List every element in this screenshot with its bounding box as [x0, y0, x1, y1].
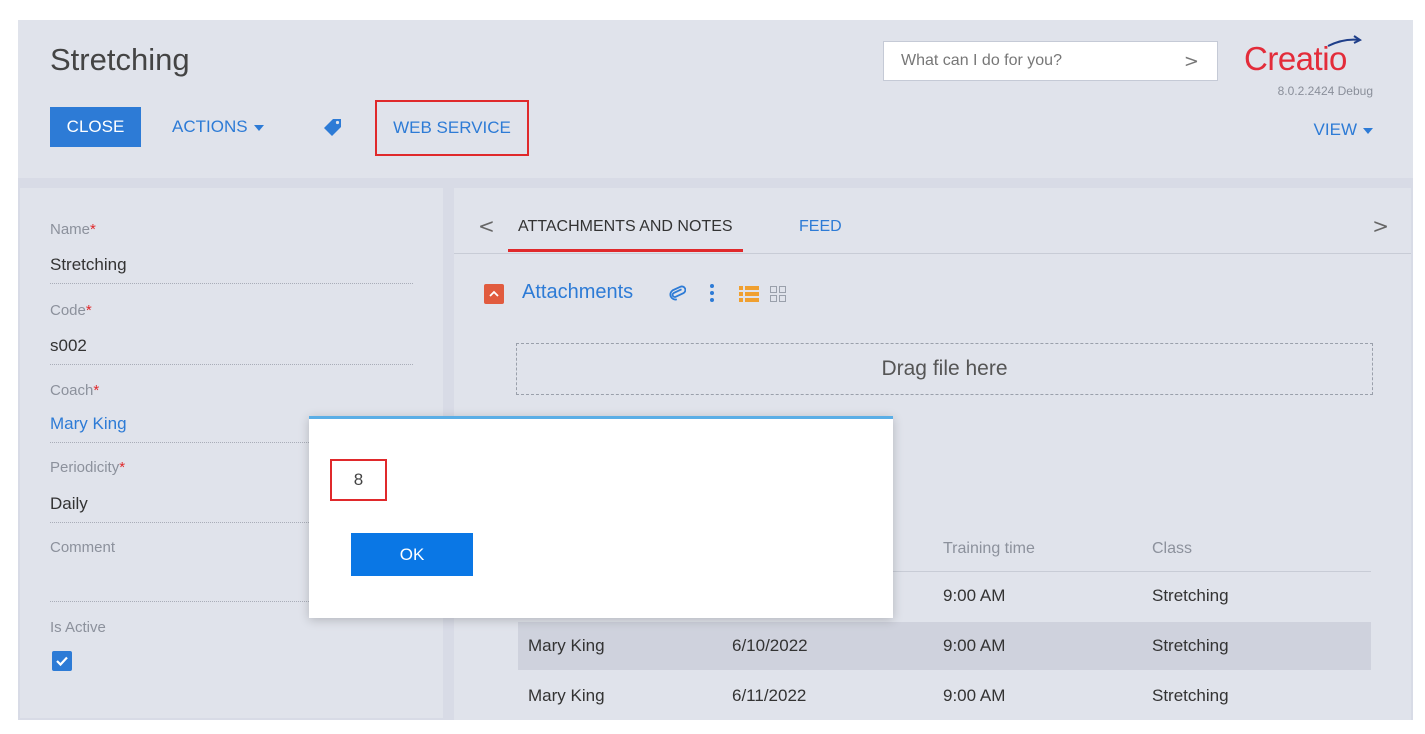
- collapse-attachments-button[interactable]: [484, 284, 504, 304]
- tile-view-icon[interactable]: [770, 286, 786, 307]
- tab-feed[interactable]: FEED: [799, 218, 842, 236]
- tag-icon[interactable]: [323, 117, 343, 137]
- comment-label: Comment: [50, 539, 116, 556]
- web-service-label: WEB SERVICE: [393, 118, 511, 137]
- version-label: 8.0.2.2424 Debug: [1277, 84, 1373, 98]
- code-field[interactable]: s002: [50, 336, 87, 356]
- table-row[interactable]: Mary King 6/10/2022 9:00 AM Stretching: [518, 622, 1371, 670]
- paperclip-icon[interactable]: [668, 284, 687, 307]
- checkmark-icon: [56, 656, 68, 667]
- file-dropzone[interactable]: Drag file here: [516, 343, 1373, 395]
- field-divider: [50, 283, 413, 284]
- close-button[interactable]: CLOSE: [50, 107, 141, 147]
- page-header: Stretching CLOSE ACTIONS WEB SERVICE > C…: [18, 20, 1413, 178]
- ok-button[interactable]: OK: [351, 533, 473, 576]
- chevron-left-icon[interactable]: <: [478, 214, 495, 238]
- column-header-training-time[interactable]: Training time: [943, 540, 1035, 558]
- command-search-input[interactable]: [901, 52, 1161, 70]
- field-divider: [50, 364, 413, 365]
- list-view-icon[interactable]: [739, 286, 759, 307]
- web-service-button[interactable]: WEB SERVICE: [375, 100, 529, 156]
- periodicity-field[interactable]: Daily: [50, 494, 88, 514]
- actions-label: ACTIONS: [172, 117, 248, 136]
- page-title: Stretching: [50, 42, 190, 77]
- message-dialog: 8 OK: [309, 416, 893, 618]
- chevron-up-icon: [489, 290, 499, 297]
- view-button[interactable]: VIEW: [1314, 120, 1373, 140]
- cell-date: 6/11/2022: [732, 686, 807, 705]
- cell-date: 6/10/2022: [732, 636, 808, 655]
- is-active-checkbox[interactable]: [52, 651, 72, 671]
- cell-class: Stretching: [1152, 636, 1229, 655]
- dialog-message: 8: [330, 459, 387, 501]
- cell-class: Stretching: [1152, 686, 1229, 705]
- logo-swoosh-icon: [1327, 35, 1362, 47]
- chevron-right-icon[interactable]: >: [1184, 51, 1199, 72]
- code-label: Code*: [50, 302, 92, 319]
- cell-time: 9:00 AM: [943, 586, 1006, 605]
- actions-button[interactable]: ACTIONS: [172, 107, 264, 147]
- cell-time: 9:00 AM: [943, 636, 1006, 655]
- caret-down-icon: [253, 125, 264, 131]
- more-options-icon[interactable]: [709, 283, 715, 308]
- column-header-class[interactable]: Class: [1152, 540, 1192, 558]
- chevron-right-icon[interactable]: >: [1372, 214, 1389, 238]
- dropzone-text: Drag file here: [881, 357, 1008, 380]
- attachments-title[interactable]: Attachments: [522, 281, 633, 304]
- periodicity-label: Periodicity*: [50, 459, 126, 476]
- table-row[interactable]: Mary King 6/11/2022 9:00 AM Stretching: [518, 672, 1371, 720]
- is-active-label: Is Active: [50, 619, 106, 636]
- coach-field[interactable]: Mary King: [50, 414, 127, 434]
- tab-bar: < ATTACHMENTS AND NOTES FEED >: [454, 188, 1411, 254]
- caret-down-icon: [1363, 128, 1373, 134]
- cell-coach: Mary King: [528, 686, 605, 705]
- name-field[interactable]: Stretching: [50, 255, 127, 275]
- tab-attachments-and-notes[interactable]: ATTACHMENTS AND NOTES: [508, 218, 743, 252]
- name-label: Name*: [50, 221, 96, 238]
- creatio-logo: Creatio: [1244, 35, 1374, 82]
- cell-coach: Mary King: [528, 636, 605, 655]
- cell-class: Stretching: [1152, 586, 1229, 605]
- view-label: VIEW: [1313, 120, 1357, 139]
- cell-time: 9:00 AM: [943, 686, 1006, 705]
- command-search[interactable]: >: [883, 41, 1218, 81]
- coach-label: Coach*: [50, 382, 100, 399]
